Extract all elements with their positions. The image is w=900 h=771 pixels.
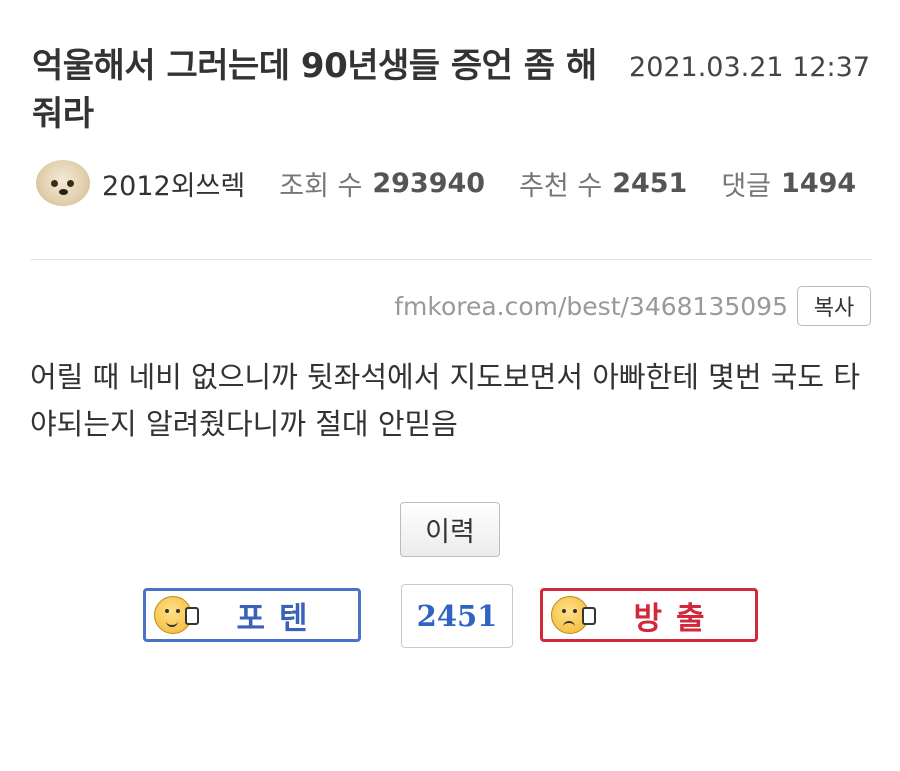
vote-count: 2451 <box>401 584 513 648</box>
author-avatar[interactable] <box>36 160 90 206</box>
views-count: 293940 <box>372 167 486 199</box>
downvote-button[interactable]: 방출 <box>540 588 758 642</box>
comments-label: 댓글 <box>721 170 772 202</box>
header-divider <box>30 259 872 260</box>
comments-count[interactable]: 1494 <box>781 168 856 199</box>
post-date: 2021.03.21 12:37 <box>629 52 870 83</box>
downvote-label: 방출 <box>633 600 719 637</box>
post-url[interactable]: fmkorea.com/best/3468135095 <box>330 292 788 321</box>
thumbs-up-face-icon <box>154 596 199 634</box>
upvote-button[interactable]: 포텐 <box>143 588 361 642</box>
history-button[interactable]: 이력 <box>400 502 500 557</box>
post-body: 어릴 때 네비 없으니까 뒷좌석에서 지도보면서 아빠한테 몇번 국도 타야되는… <box>30 360 861 441</box>
upvote-label: 포텐 <box>236 600 322 637</box>
likes-label: 추천 수 <box>519 170 603 202</box>
views-label: 조회 수 <box>279 170 363 202</box>
thumbs-down-face-icon <box>551 596 596 634</box>
copy-url-button[interactable]: 복사 <box>797 286 871 326</box>
post-title: 억울해서 그러는데 90년생들 증언 좀 해줘라 <box>32 46 597 134</box>
author-name[interactable]: 2012외쓰렉 <box>102 164 245 203</box>
likes-count: 2451 <box>612 167 688 199</box>
post-meta: 2012외쓰렉 조회 수 293940 추천 수 2451 댓글 1494 <box>36 160 890 206</box>
